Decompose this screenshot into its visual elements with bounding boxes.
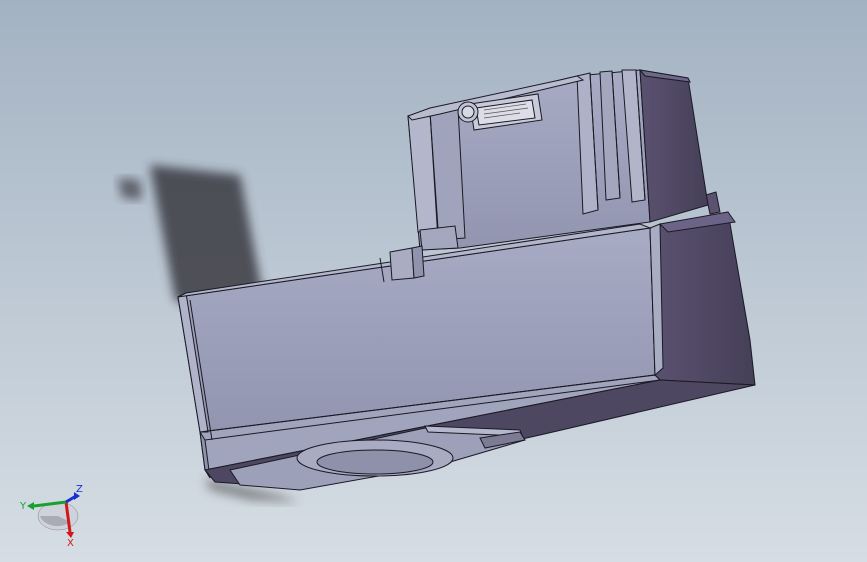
gearbox-model[interactable] (0, 0, 867, 562)
3d-viewport[interactable]: X Y Z (0, 0, 867, 562)
y-axis-label: Y (19, 501, 27, 512)
axis-triad: X Y Z (19, 484, 83, 548)
y-axis-arrow (27, 502, 34, 510)
z-axis-label: Z (76, 484, 83, 495)
x-axis-label: X (67, 538, 74, 548)
